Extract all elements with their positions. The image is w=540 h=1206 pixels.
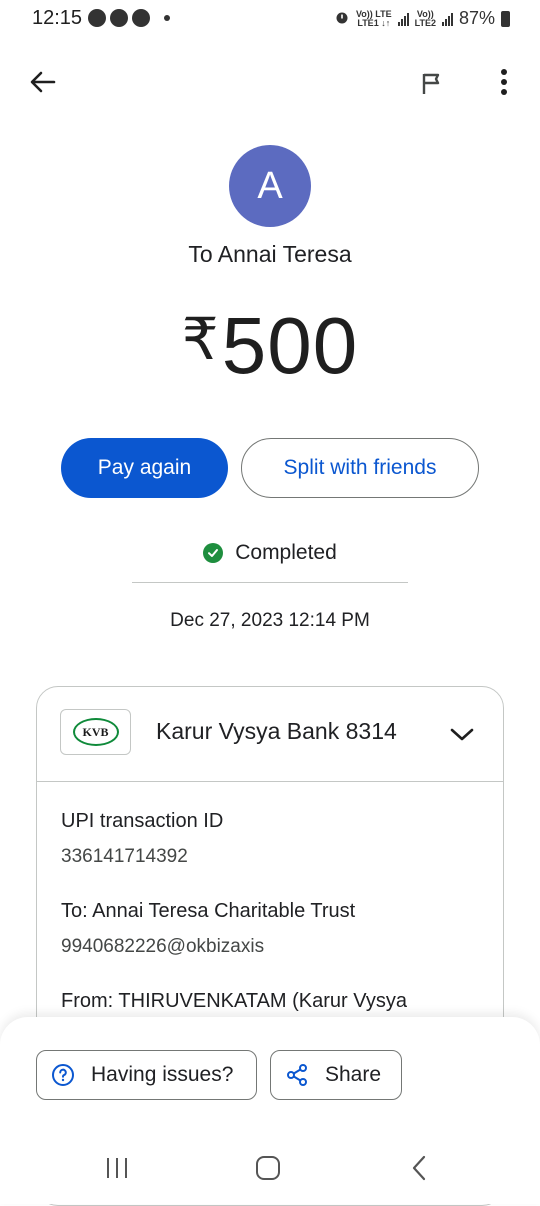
recipient-label: To: Annai Teresa Charitable Trust bbox=[61, 900, 356, 922]
notification-icons bbox=[88, 9, 170, 27]
bank-logo: KVB bbox=[60, 709, 131, 755]
sender-label: From: THIRUVENKATAM (Karur Vysya bbox=[61, 990, 407, 1012]
battery-percent: 87% bbox=[458, 8, 495, 28]
recent-apps-button[interactable] bbox=[104, 1155, 130, 1181]
flag-icon bbox=[422, 73, 440, 94]
more-options-button[interactable] bbox=[488, 64, 520, 100]
having-issues-button[interactable]: Having issues? bbox=[36, 1050, 257, 1100]
recent-apps-icon bbox=[107, 1158, 127, 1178]
sim2-bottom-label: LTE2 bbox=[414, 17, 436, 28]
payment-amount: ₹500 bbox=[0, 300, 540, 392]
home-icon bbox=[256, 1156, 280, 1180]
share-label: Share bbox=[325, 1063, 382, 1086]
more-vert-icon bbox=[501, 69, 507, 95]
share-button[interactable]: Share bbox=[270, 1050, 402, 1100]
transaction-datetime: Dec 27, 2023 12:14 PM bbox=[170, 610, 370, 631]
upi-transaction-id-label: UPI transaction ID bbox=[61, 810, 224, 832]
status-divider bbox=[132, 582, 408, 583]
status-bar: 12:15 Vo)) LTE LTE1 ↓↑ Vo)) LTE2 87% bbox=[0, 0, 540, 38]
system-back-button[interactable] bbox=[408, 1154, 432, 1182]
back-button[interactable] bbox=[24, 64, 60, 100]
app-notification-icon bbox=[88, 9, 106, 27]
chevron-down-icon bbox=[450, 728, 474, 741]
amount-value: 500 bbox=[221, 301, 359, 390]
system-status: Vo)) LTE LTE1 ↓↑ Vo)) LTE2 87% bbox=[334, 8, 510, 29]
check-circle-icon bbox=[203, 543, 224, 563]
more-notifications-dot bbox=[164, 15, 170, 21]
payee-title: To Annai Teresa bbox=[188, 241, 352, 267]
chrome-icon bbox=[110, 9, 128, 27]
home-button[interactable] bbox=[254, 1154, 282, 1182]
status-text: Completed bbox=[235, 541, 337, 564]
arrow-back-icon bbox=[30, 71, 56, 93]
help-icon bbox=[52, 1064, 74, 1086]
signal-icon bbox=[441, 12, 453, 26]
signal-icon bbox=[397, 12, 409, 26]
phone-icon bbox=[132, 9, 150, 27]
sim1-bottom-label: LTE1 ↓↑ bbox=[357, 17, 391, 28]
bank-account-name[interactable]: Karur Vysya Bank 8314 bbox=[156, 718, 397, 745]
upi-transaction-id-value: 336141714392 bbox=[61, 846, 188, 867]
sim2-indicator: Vo)) LTE2 bbox=[414, 9, 436, 28]
share-icon bbox=[287, 1064, 307, 1086]
payment-status: Completed bbox=[0, 541, 540, 565]
currency-symbol: ₹ bbox=[181, 307, 220, 372]
report-button[interactable] bbox=[414, 66, 450, 102]
expand-details-button[interactable] bbox=[448, 720, 476, 748]
pay-again-button[interactable]: Pay again bbox=[61, 438, 228, 498]
payee-avatar: A bbox=[229, 145, 311, 227]
sim1-indicator: Vo)) LTE LTE1 ↓↑ bbox=[356, 9, 392, 28]
kvb-logo-icon: KVB bbox=[72, 718, 119, 746]
status-time: 12:15 bbox=[32, 7, 83, 29]
card-divider bbox=[37, 781, 503, 782]
recipient-upi-id: 9940682226@okbizaxis bbox=[61, 936, 265, 957]
split-with-friends-button[interactable]: Split with friends bbox=[241, 438, 479, 498]
battery-icon bbox=[501, 10, 510, 27]
having-issues-label: Having issues? bbox=[91, 1063, 234, 1086]
chevron-left-icon bbox=[412, 1155, 426, 1181]
alarm-icon bbox=[334, 9, 350, 28]
